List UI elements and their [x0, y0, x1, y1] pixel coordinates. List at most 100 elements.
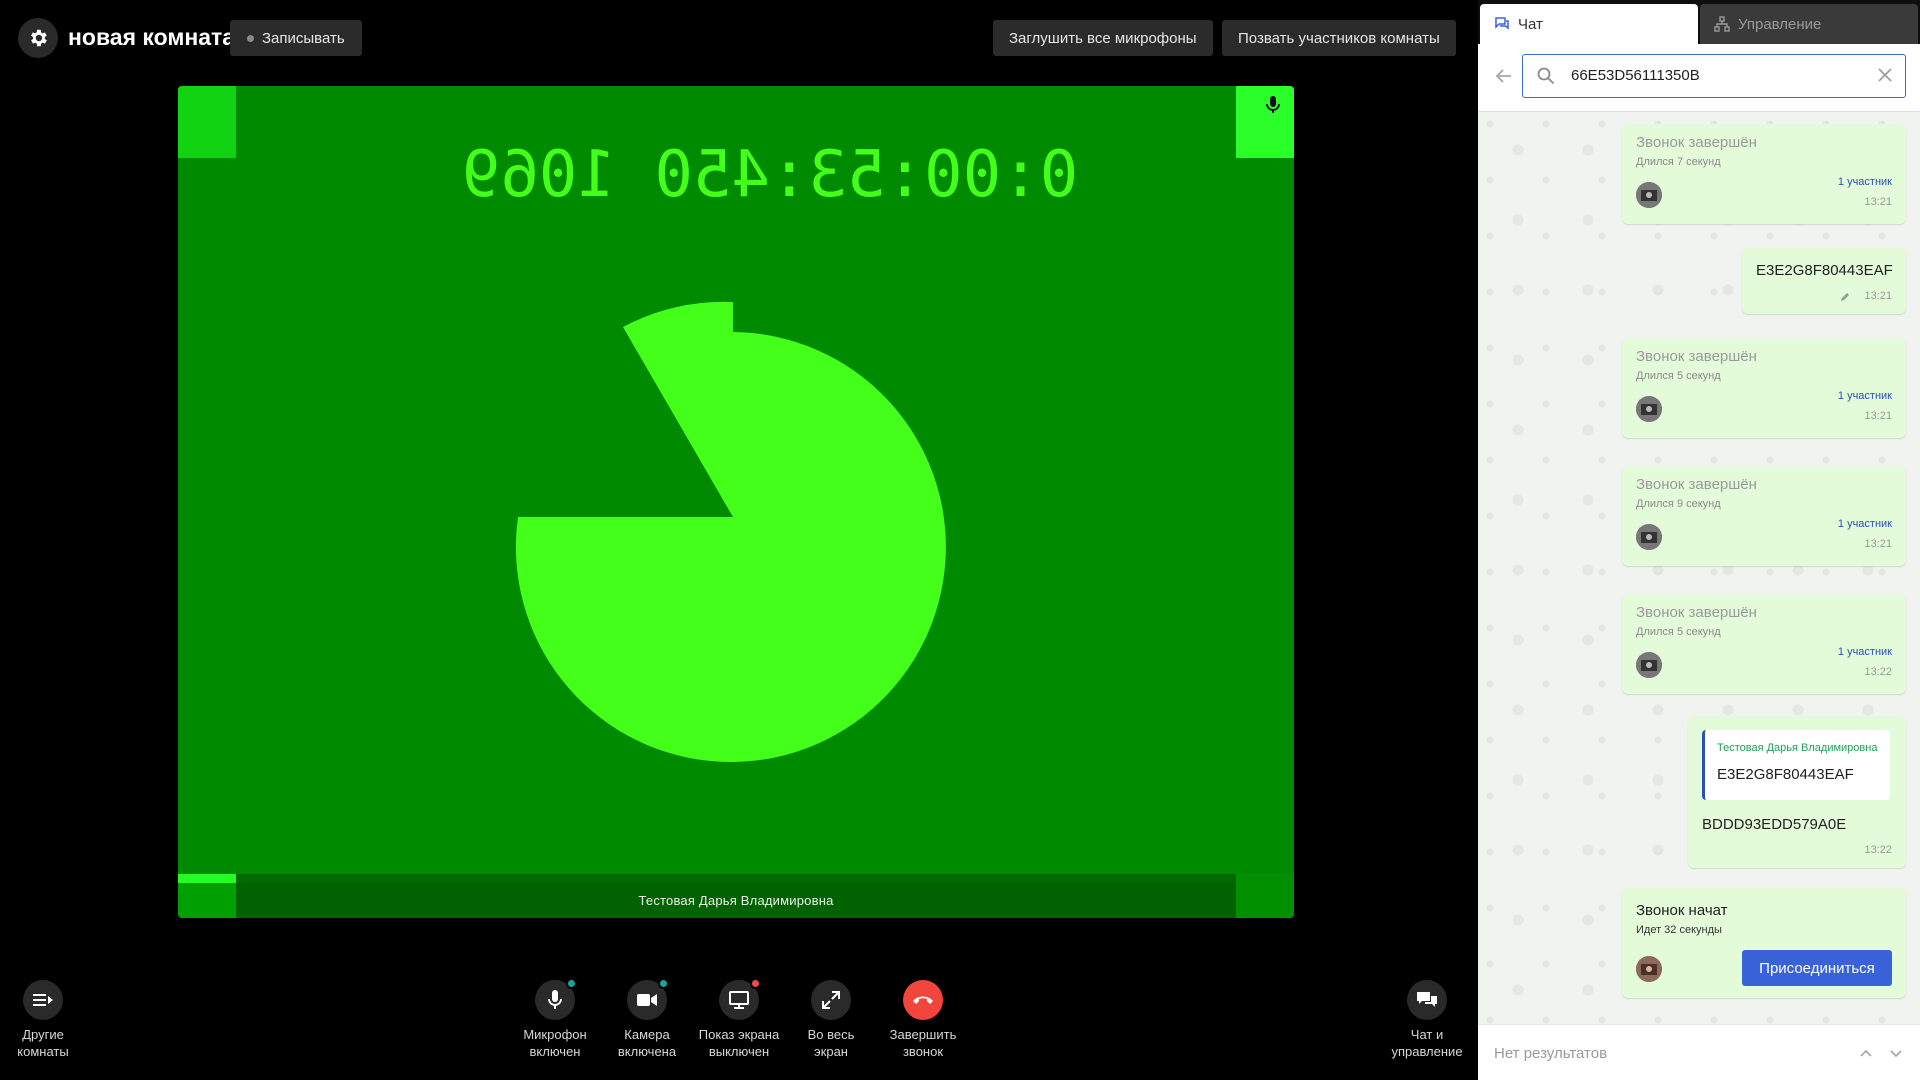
- chevron-up-icon[interactable]: [1858, 1045, 1874, 1061]
- screen-share-button[interactable]: Показ экрана выключен: [694, 978, 784, 1060]
- chat-manage-label: Чат и управление: [1391, 1027, 1463, 1059]
- message-time: 13:22: [1864, 666, 1892, 678]
- microphone-icon: [548, 990, 562, 1009]
- call-duration: Длился 7 секунд: [1636, 156, 1721, 168]
- text-message[interactable]: E3E2G8F80443EAF 13:21: [1742, 248, 1906, 314]
- call-title: Звонок завершён: [1636, 604, 1757, 621]
- video-timestamp: 0:00:53:450 1069: [462, 138, 1079, 212]
- chat-bubbles-icon: [1417, 992, 1437, 1007]
- call-title: Звонок завершён: [1636, 348, 1757, 365]
- chat-messages: Звонок завершён Длился 7 секунд 1 участн…: [1478, 112, 1920, 1024]
- call-title: Звонок завершён: [1636, 134, 1757, 151]
- avatar[interactable]: [1636, 956, 1662, 982]
- mic-status-badge: [566, 978, 577, 989]
- record-button[interactable]: Записывать: [230, 20, 362, 56]
- call-participants: 1 участник: [1837, 646, 1892, 658]
- room-settings-button[interactable]: [18, 18, 58, 58]
- call-participants: 1 участник: [1837, 518, 1892, 530]
- camera-icon: [637, 994, 657, 1006]
- message-text: BDDD93EDD579A0E: [1702, 816, 1847, 833]
- tile-mic-icon: [1262, 94, 1284, 116]
- rooms-list-icon: [33, 994, 53, 1006]
- end-call-label: Завершить звонок: [889, 1027, 957, 1059]
- message-time: 13:21: [1864, 538, 1892, 550]
- quoted-message[interactable]: Тестовая Дарья Владимировна E3E2G8F80443…: [1702, 730, 1890, 800]
- call-title: Звонок завершён: [1636, 476, 1757, 493]
- search-results-bar: Нет результатов: [1478, 1024, 1920, 1080]
- avatar[interactable]: [1636, 182, 1662, 208]
- screen-share-label: Показ экрана выключен: [698, 1027, 780, 1059]
- corner-marker: [178, 874, 236, 918]
- call-duration: Длился 9 секунд: [1636, 498, 1721, 510]
- video-frame: 0:00:53:450 1069: [462, 138, 1079, 762]
- call-ended-message: Звонок завершён Длился 5 секунд 1 участн…: [1622, 338, 1906, 438]
- record-label: Записывать: [262, 29, 345, 47]
- search-box: [1522, 54, 1906, 98]
- screen-status-badge: [750, 978, 761, 989]
- reply-message[interactable]: Тестовая Дарья Владимировна E3E2G8F80443…: [1688, 716, 1906, 868]
- gear-icon: [31, 29, 47, 47]
- call-participants: 1 участник: [1837, 390, 1892, 402]
- avatar[interactable]: [1636, 524, 1662, 550]
- edited-pencil-icon: [1841, 293, 1849, 301]
- call-duration: Идет 32 секунды: [1636, 924, 1722, 936]
- tab-manage[interactable]: Управление: [1700, 4, 1918, 44]
- tab-manage-label: Управление: [1738, 15, 1822, 33]
- call-title: Звонок начат: [1636, 902, 1728, 919]
- call-ended-message: Звонок завершён Длился 9 секунд 1 участн…: [1622, 466, 1906, 566]
- camera-status-badge: [658, 978, 669, 989]
- other-rooms-label: Другие комнаты: [17, 1027, 69, 1059]
- message-time: 13:22: [1864, 844, 1892, 856]
- call-participants-button[interactable]: Позвать участников комнаты: [1222, 20, 1456, 56]
- call-duration: Длился 5 секунд: [1636, 370, 1721, 382]
- search-row: [1478, 44, 1920, 112]
- quote-author: Тестовая Дарья Владимировна: [1717, 742, 1878, 754]
- clear-icon[interactable]: [1877, 67, 1893, 83]
- fullscreen-label: Во весь экран: [807, 1027, 855, 1059]
- search-icon: [1537, 67, 1555, 85]
- mute-all-button[interactable]: Заглушить все микрофоны: [993, 20, 1213, 56]
- message-time: 13:21: [1864, 196, 1892, 208]
- monitor-icon: [729, 991, 749, 1009]
- search-input[interactable]: [1571, 55, 1861, 96]
- call-participants: 1 участник: [1837, 176, 1892, 188]
- no-results-text: Нет результатов: [1494, 1045, 1608, 1062]
- tab-chat-label: Чат: [1518, 15, 1543, 33]
- call-ended-message: Звонок завершён Длился 5 секунд 1 участн…: [1622, 594, 1906, 694]
- corner-marker: [1236, 874, 1294, 918]
- camera-toggle-button[interactable]: Камера включена: [602, 978, 692, 1060]
- chevron-down-icon[interactable]: [1888, 1045, 1904, 1061]
- fullscreen-button[interactable]: Во весь экран: [786, 980, 876, 1060]
- expand-icon: [822, 991, 840, 1009]
- camera-label: Камера включена: [617, 1027, 677, 1059]
- chat-icon: [1495, 17, 1509, 30]
- top-bar: новая комната Записывать Заглушить все м…: [0, 0, 1478, 76]
- message-time: 13:21: [1864, 410, 1892, 422]
- hang-up-icon: [913, 996, 933, 1004]
- record-dot-icon: [247, 34, 254, 42]
- mic-toggle-button[interactable]: Микрофон включен: [510, 978, 600, 1060]
- video-area: новая комната Записывать Заглушить все м…: [0, 0, 1478, 1080]
- call-ended-message: Звонок завершён Длился 7 секунд 1 участн…: [1622, 124, 1906, 224]
- participant-video-tile[interactable]: 0:00:53:450 1069 Тестовая Дарья Владимир…: [178, 86, 1294, 918]
- participant-name: Тестовая Дарья Владимировна: [236, 883, 1236, 918]
- message-text: E3E2G8F80443EAF: [1756, 262, 1893, 279]
- chat-manage-button[interactable]: Чат и управление: [1382, 980, 1472, 1060]
- end-call-button[interactable]: Завершить звонок: [878, 980, 968, 1060]
- avatar[interactable]: [1636, 396, 1662, 422]
- join-call-button[interactable]: Присоединиться: [1742, 950, 1892, 986]
- call-duration: Длился 5 секунд: [1636, 626, 1721, 638]
- room-title: новая комната: [68, 24, 236, 50]
- mic-label: Микрофон включен: [523, 1027, 587, 1059]
- message-time: 13:21: [1864, 290, 1892, 302]
- back-arrow-icon[interactable]: [1494, 66, 1514, 86]
- other-rooms-button[interactable]: Другие комнаты: [0, 980, 88, 1060]
- call-started-message: Звонок начат Идет 32 секунды Присоединит…: [1622, 888, 1906, 998]
- avatar[interactable]: [1636, 652, 1662, 678]
- corner-marker: [178, 86, 236, 158]
- tab-chat[interactable]: Чат: [1480, 4, 1698, 44]
- chat-panel: Чат Управление Звонок завершён Длился 7 …: [1478, 0, 1920, 1080]
- panel-tabs: Чат Управление: [1478, 0, 1920, 44]
- hierarchy-icon: [1714, 16, 1730, 32]
- quote-text: E3E2G8F80443EAF: [1717, 766, 1854, 783]
